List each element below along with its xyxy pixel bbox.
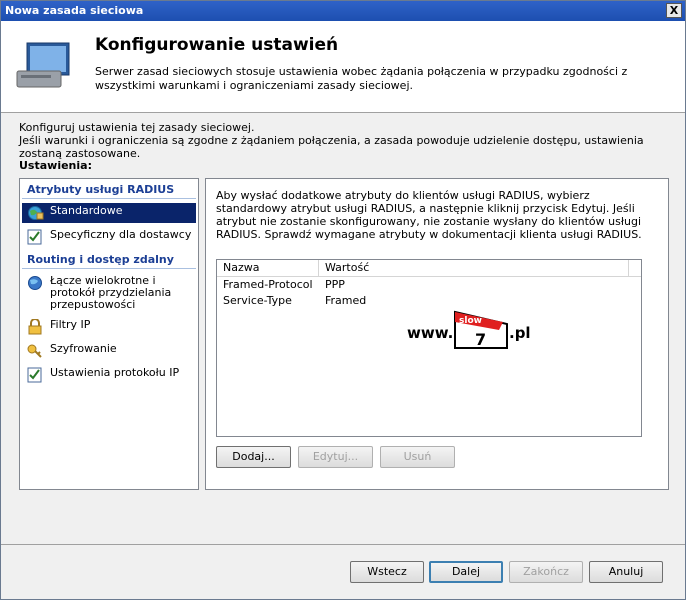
nav-item-standard[interactable]: Standardowe [22, 203, 196, 223]
footer-separator [1, 544, 685, 545]
globe-icon [28, 276, 42, 290]
nav-item-label: Standardowe [50, 204, 123, 217]
column-header-name[interactable]: Nazwa [217, 260, 319, 276]
window-title: Nowa zasada sieciowa [5, 4, 144, 17]
globe-icon [28, 206, 44, 220]
watermark-top: slow [459, 316, 482, 326]
cancel-button[interactable]: Anuluj [589, 561, 663, 583]
watermark-prefix: www. [407, 324, 453, 342]
dialog-window: Nowa zasada sieciowa X Konfigurowanie us… [0, 0, 686, 600]
intro-line-1: Konfiguruj ustawienia tej zasady sieciow… [19, 121, 255, 134]
list-header: Nazwa Wartość [217, 260, 641, 277]
nav-item-encryption[interactable]: Szyfrowanie [22, 341, 196, 361]
lock-icon [28, 319, 42, 335]
computer-icon [16, 42, 70, 88]
nav-item-ip-settings[interactable]: Ustawienia protokołu IP [22, 365, 196, 385]
nav-group-radius: Atrybuty usługi RADIUS [22, 181, 196, 199]
remove-button[interactable]: Usuń [380, 446, 455, 468]
nav-item-label: Łącze wielokrotne i protokół przydzielan… [50, 274, 172, 311]
settings-details: Aby wysłać dodatkowe atrybuty do klientó… [205, 178, 669, 490]
back-button[interactable]: Wstecz [350, 561, 424, 583]
attribute-name: Framed-Protocol [223, 278, 313, 291]
finish-button[interactable]: Zakończ [509, 561, 583, 583]
list-item[interactable]: Service-Type Framed [217, 293, 641, 309]
nav-group-routing: Routing i dostęp zdalny [22, 251, 196, 269]
page-title: Konfigurowanie ustawień [95, 35, 339, 55]
settings-label: Ustawienia: [19, 159, 92, 172]
wizard-header: Konfigurowanie ustawień Serwer zasad sie… [1, 21, 685, 113]
column-header-value[interactable]: Wartość [319, 260, 629, 276]
checklist-icon [27, 229, 42, 245]
nav-item-label: Ustawienia protokołu IP [50, 366, 180, 379]
watermark-suffix: .pl [509, 324, 531, 342]
title-bar: Nowa zasada sieciowa X [1, 1, 685, 21]
add-button[interactable]: Dodaj... [216, 446, 291, 468]
page-description: Serwer zasad sieciowych stosuje ustawien… [95, 65, 628, 92]
watermark-number: 7 [475, 330, 486, 349]
attribute-name: Service-Type [223, 294, 292, 307]
nav-item-vendor-specific[interactable]: Specyficzny dla dostawcy [22, 227, 196, 247]
nav-item-label: Filtry IP [50, 318, 91, 331]
nav-item-multilink[interactable]: Łącze wielokrotne i protokół przydzielan… [22, 273, 196, 313]
attributes-list[interactable]: Nazwa Wartość Framed-Protocol PPP Servic… [216, 259, 642, 437]
attribute-value: Framed [325, 294, 367, 307]
attribute-value: PPP [325, 278, 345, 291]
nav-item-label: Specyficzny dla dostawcy [50, 228, 192, 241]
watermark-logo: www. slow 7 .pl [407, 310, 531, 349]
nav-item-label: Szyfrowanie [50, 342, 117, 355]
intro-line-2: Jeśli warunki i ograniczenia są zgodne z… [19, 134, 644, 160]
nav-item-ip-filters[interactable]: Filtry IP [22, 317, 196, 337]
edit-button[interactable]: Edytuj... [298, 446, 373, 468]
key-icon [27, 344, 42, 358]
intro-text: Konfiguruj ustawienia tej zasady sieciow… [19, 121, 679, 160]
details-description: Aby wysłać dodatkowe atrybuty do klientó… [216, 189, 642, 241]
next-button[interactable]: Dalej [429, 561, 503, 583]
checklist-icon [27, 367, 42, 383]
list-item[interactable]: Framed-Protocol PPP [217, 277, 641, 293]
close-button[interactable]: X [666, 3, 682, 18]
settings-nav: Atrybuty usługi RADIUS Standardowe Specy… [19, 178, 199, 490]
